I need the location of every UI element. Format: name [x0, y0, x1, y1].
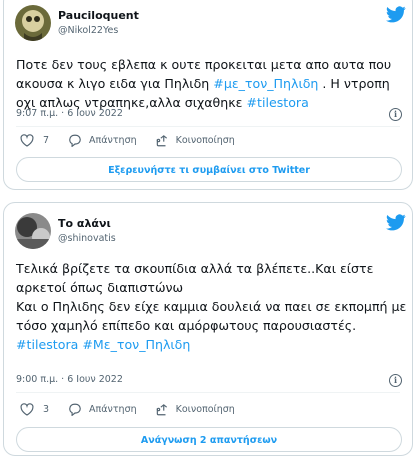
share-button[interactable]: Κοινοποίηση: [155, 403, 235, 416]
tweet-card[interactable]: Pauciloquent @Nikol22Yes Ποτε δεν τους ε…: [3, 0, 413, 190]
like-count: 7: [43, 135, 50, 146]
divider: [16, 126, 400, 127]
reply-button[interactable]: Απάντηση: [68, 134, 137, 147]
reply-label: Απάντηση: [89, 404, 137, 415]
tweet-text: Ποτε δεν τους εβλεπα κ ουτε προκειται με…: [16, 55, 408, 112]
text-segment: Και ο Πηλιδης δεν είχε καμμια δουλειά να…: [16, 299, 407, 333]
avatar[interactable]: [15, 213, 51, 249]
twitter-bird-icon[interactable]: [386, 214, 406, 231]
divider: [16, 392, 400, 393]
text-line: Τελικά βρίζετε τα σκουπίδια αλλά τα βλέπ…: [16, 259, 408, 297]
heart-icon: [20, 134, 34, 147]
twitter-bird-icon[interactable]: [386, 6, 406, 23]
user-handle[interactable]: @Nikol22Yes: [58, 25, 118, 36]
display-name[interactable]: Pauciloquent: [58, 9, 139, 22]
info-icon[interactable]: i: [389, 374, 402, 387]
tweet-timestamp[interactable]: 9:07 π.μ. · 6 Ιουν 2022: [16, 108, 123, 119]
text-line: #tilestora #Με_τον_Πηλιδη: [16, 335, 408, 354]
like-button[interactable]: 3: [20, 403, 49, 416]
share-label: Κοινοποίηση: [175, 135, 235, 146]
share-button[interactable]: Κοινοποίηση: [155, 134, 235, 147]
hashtag-link[interactable]: #tilestora: [246, 95, 308, 110]
tweet-card[interactable]: Το αλάνι @shinovatis Τελικά βρίζετε τα σ…: [3, 202, 413, 456]
tweet-timestamp[interactable]: 9:00 π.μ. · 6 Ιουν 2022: [16, 374, 123, 385]
tweet-actions: 3 Απάντηση Κοινοποίηση: [20, 403, 235, 416]
heart-icon: [20, 403, 34, 416]
share-icon: [156, 135, 167, 147]
like-button[interactable]: 7: [20, 134, 49, 147]
share-icon: [156, 404, 167, 416]
display-name[interactable]: Το αλάνι: [58, 217, 111, 230]
text-line: Και ο Πηλιδης δεν είχε καμμια δουλειά να…: [16, 297, 408, 335]
explore-twitter-button[interactable]: Εξερευνήστε τι συμβαίνει στο Twitter: [16, 157, 402, 182]
read-replies-button[interactable]: Ανάγνωση 2 απαντήσεων: [16, 427, 402, 452]
reply-label: Απάντηση: [89, 135, 137, 146]
like-count: 3: [43, 404, 50, 415]
info-icon[interactable]: i: [389, 108, 402, 121]
reply-icon: [69, 134, 81, 147]
share-label: Κοινοποίηση: [175, 404, 235, 415]
hashtag-link[interactable]: #tilestora: [16, 337, 78, 352]
avatar[interactable]: [15, 5, 51, 41]
hashtag-link[interactable]: #με_τον_Πηλιδη: [213, 76, 318, 91]
user-handle[interactable]: @shinovatis: [58, 233, 116, 244]
reply-button[interactable]: Απάντηση: [68, 403, 137, 416]
tweet-actions: 7 Απάντηση Κοινοποίηση: [20, 134, 235, 147]
hashtag-link[interactable]: #Με_τον_Πηλιδη: [82, 337, 190, 352]
text-segment: Τελικά βρίζετε τα σκουπίδια αλλά τα βλέπ…: [16, 261, 374, 295]
reply-icon: [69, 403, 81, 416]
tweet-text: Τελικά βρίζετε τα σκουπίδια αλλά τα βλέπ…: [16, 259, 408, 354]
